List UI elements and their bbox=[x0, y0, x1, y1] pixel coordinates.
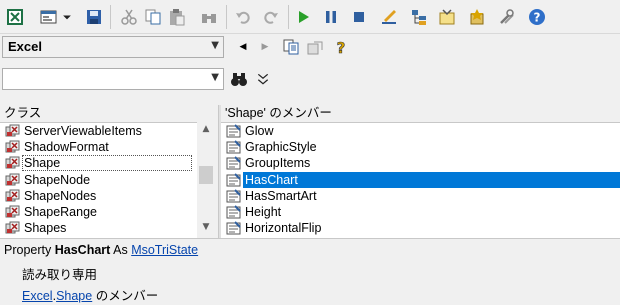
class-icon bbox=[5, 221, 20, 234]
help-button[interactable]: ? bbox=[330, 36, 352, 58]
break-icon[interactable] bbox=[320, 6, 342, 28]
cut-icon[interactable] bbox=[118, 6, 140, 28]
member-of-line: Excel.Shape のメンバー bbox=[22, 285, 158, 304]
paste-icon[interactable] bbox=[166, 6, 188, 28]
type-link[interactable]: MsoTriState bbox=[131, 243, 198, 257]
members-header: 'Shape' のメンバー bbox=[221, 105, 620, 122]
search-button[interactable] bbox=[228, 68, 250, 90]
members-list[interactable]: Glow GraphicStyle GroupItems HasChart Ha… bbox=[221, 122, 620, 238]
detail-pane: Property HasChart As MsoTriState 読み取り専用 … bbox=[0, 238, 620, 305]
run-icon[interactable] bbox=[292, 6, 314, 28]
scroll-thumb[interactable] bbox=[199, 166, 213, 184]
toolbox-icon[interactable] bbox=[496, 6, 518, 28]
signature-member-name: HasChart bbox=[54, 243, 111, 257]
separator bbox=[226, 5, 227, 29]
property-icon bbox=[226, 172, 241, 187]
svg-text:?: ? bbox=[337, 39, 346, 56]
library-select[interactable]: Excel ▼ bbox=[2, 36, 224, 58]
list-item-selected[interactable]: HasChart bbox=[221, 171, 620, 188]
list-item[interactable]: ShapeNode bbox=[0, 172, 197, 188]
toolbar: ? bbox=[0, 0, 620, 34]
toggle-search-results-button[interactable] bbox=[252, 68, 274, 90]
list-item[interactable]: ServerViewableItems bbox=[0, 123, 197, 139]
list-item-selected[interactable]: Shape bbox=[0, 155, 197, 172]
list-item[interactable]: ShadowFormat bbox=[0, 139, 197, 155]
classes-header: クラス bbox=[0, 105, 218, 122]
copy-icon bbox=[283, 39, 299, 55]
classes-scrollbar[interactable]: ▲ ▼ bbox=[197, 122, 215, 238]
list-item[interactable]: Height bbox=[221, 204, 620, 220]
search-input[interactable] bbox=[3, 69, 203, 89]
member-signature: Property HasChart As MsoTriState bbox=[4, 243, 198, 257]
property-icon bbox=[226, 205, 241, 219]
scroll-down-icon[interactable]: ▼ bbox=[200, 222, 212, 234]
help-icon[interactable]: ? bbox=[526, 6, 548, 28]
view-definition-button[interactable] bbox=[304, 36, 326, 58]
go-back-button[interactable]: ◀ bbox=[234, 38, 252, 56]
insert-dropdown-icon[interactable] bbox=[60, 6, 74, 28]
property-icon bbox=[226, 156, 241, 170]
signature-prefix: Property bbox=[4, 243, 52, 257]
copy-icon[interactable] bbox=[142, 6, 164, 28]
list-item[interactable]: ShapeRange bbox=[0, 204, 197, 220]
properties-window-icon[interactable] bbox=[436, 6, 458, 28]
property-icon bbox=[226, 189, 241, 203]
reset-icon[interactable] bbox=[348, 6, 370, 28]
list-item[interactable]: GraphicStyle bbox=[221, 139, 620, 155]
class-icon bbox=[5, 124, 20, 137]
scroll-up-icon[interactable]: ▲ bbox=[200, 124, 212, 136]
design-mode-icon[interactable] bbox=[378, 6, 400, 28]
chevron-down-icon[interactable]: ▼ bbox=[211, 72, 219, 83]
class-icon bbox=[5, 189, 20, 202]
arrow-right-icon: ▶ bbox=[261, 42, 269, 52]
search-combo[interactable]: ▼ bbox=[2, 68, 224, 90]
copy-to-clipboard-button[interactable] bbox=[280, 36, 302, 58]
undo-icon[interactable] bbox=[232, 6, 254, 28]
list-item[interactable]: HorizontalFlip bbox=[221, 220, 620, 236]
signature-as: As bbox=[113, 243, 128, 257]
separator bbox=[288, 5, 289, 29]
list-item[interactable]: ShapeNodes bbox=[0, 188, 197, 204]
classes-list[interactable]: ServerViewableItems ShadowFormat Shape S… bbox=[0, 122, 197, 238]
object-browser-icon[interactable] bbox=[466, 6, 488, 28]
readonly-note: 読み取り専用 bbox=[22, 268, 98, 282]
find-icon[interactable] bbox=[198, 6, 220, 28]
list-item[interactable]: GroupItems bbox=[221, 155, 620, 171]
list-item[interactable]: Shapes bbox=[0, 220, 197, 236]
class-icon bbox=[5, 205, 20, 218]
arrow-left-icon: ◀ bbox=[239, 42, 247, 52]
class-icon bbox=[5, 173, 20, 186]
member-of-text: のメンバー bbox=[95, 289, 159, 303]
library-select-value: Excel bbox=[8, 39, 42, 54]
chevron-down-icon[interactable]: ▼ bbox=[211, 40, 219, 51]
library-link[interactable]: Excel bbox=[22, 289, 53, 303]
class-icon bbox=[5, 156, 20, 169]
excel-icon[interactable] bbox=[4, 6, 26, 28]
userform-icon[interactable] bbox=[38, 6, 60, 28]
redo-icon[interactable] bbox=[260, 6, 282, 28]
property-icon bbox=[226, 140, 241, 154]
class-icon bbox=[5, 140, 20, 153]
svg-text:?: ? bbox=[534, 11, 541, 25]
save-icon[interactable] bbox=[83, 6, 105, 28]
binoculars-icon bbox=[231, 73, 247, 86]
separator bbox=[110, 5, 111, 29]
property-icon bbox=[226, 124, 241, 138]
double-chevron-down-icon bbox=[257, 73, 269, 85]
class-link[interactable]: Shape bbox=[56, 289, 92, 303]
list-item[interactable]: Glow bbox=[221, 123, 620, 139]
go-forward-button[interactable]: ▶ bbox=[256, 38, 274, 56]
list-item[interactable]: HasSmartArt bbox=[221, 188, 620, 204]
view-definition-icon bbox=[307, 41, 323, 55]
project-explorer-icon[interactable] bbox=[408, 6, 430, 28]
property-icon bbox=[226, 221, 241, 235]
question-mark-icon: ? bbox=[336, 39, 346, 56]
